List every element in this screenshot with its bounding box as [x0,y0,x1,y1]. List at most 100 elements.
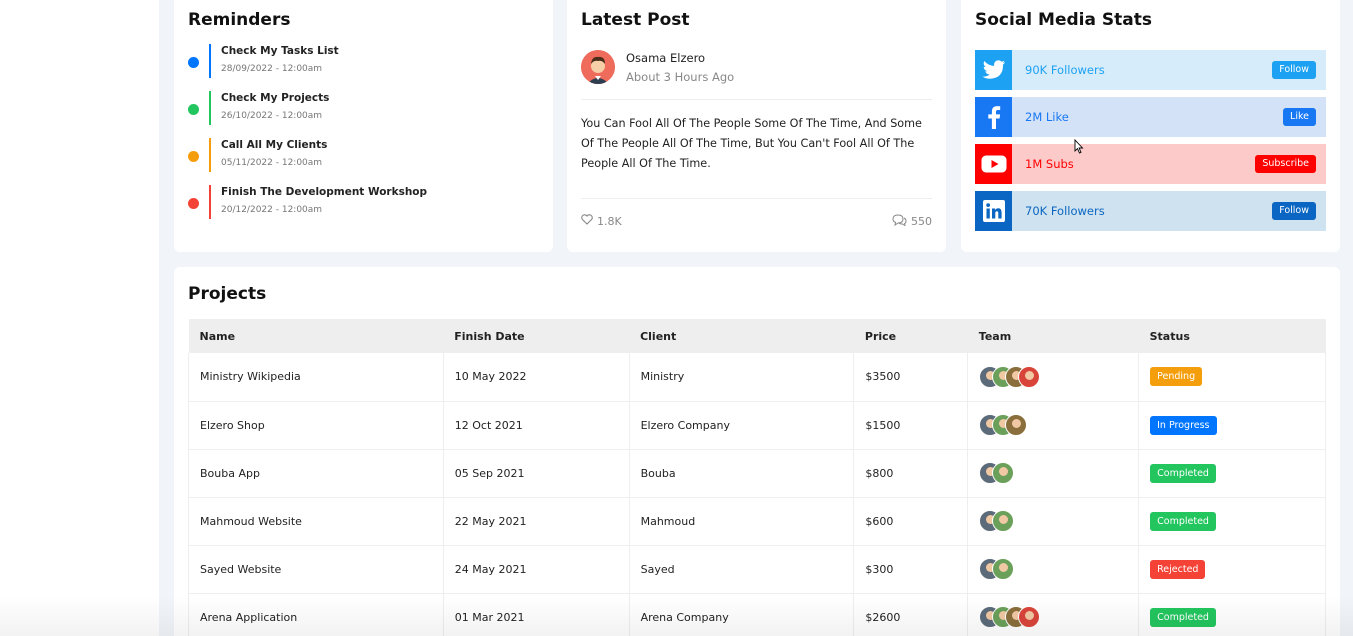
twitter-icon[interactable] [975,50,1012,90]
reminder-item[interactable]: Check My Projects 26/10/2022 - 12:00am [188,91,528,127]
reminder-date: 26/10/2022 - 12:00am [221,111,323,121]
project-team [967,449,1139,498]
project-status-cell: Rejected [1138,545,1326,594]
team-member-avatar[interactable] [992,510,1015,532]
column-header[interactable]: Finish Date [443,319,629,353]
author-avatar[interactable] [581,50,615,84]
project-client: Ministry [628,353,854,402]
reminder-item[interactable]: Finish The Development Workshop 20/12/202… [188,185,528,221]
youtube-icon[interactable] [975,144,1012,184]
reminders-title: Reminders [188,10,291,30]
projects-title: Projects [188,284,267,304]
reminder-dot [188,151,199,162]
project-name: Ministry Wikipedia [188,353,444,402]
team-member-avatar[interactable] [1018,365,1041,388]
table-row[interactable]: Sayed Website 24 May 2021 Sayed $300 Rejecte… [188,545,1326,594]
project-price: $300 [853,545,968,594]
column-header[interactable]: Name [189,319,444,353]
status-badge: Completed [1150,511,1216,531]
linkedin-icon[interactable] [975,191,1012,231]
team-member-avatar[interactable] [1005,414,1028,436]
team-member-avatar[interactable] [1018,606,1041,628]
reminder-bar [209,91,211,125]
column-header[interactable]: Status [1139,319,1326,353]
table-row[interactable]: Elzero Shop 12 Oct 2021 Elzero Company $150… [188,401,1326,450]
reminder-date: 05/11/2022 - 12:00am [221,158,323,168]
social-stats-card: Social Media Stats 90K Followers Follow 2M… [961,0,1340,252]
social-count: 1M Subs [1025,157,1074,171]
facebook-button[interactable]: Like [1283,108,1316,126]
team-avatars [979,558,1138,580]
table-body: Ministry Wikipedia 10 May 2022 Ministry $35… [188,353,1326,636]
status-badge: In Progress [1150,415,1217,435]
project-finish-date: 22 May 2021 [442,497,630,546]
status-badge: Completed [1150,607,1216,627]
reminder-dot [188,104,199,115]
table-row[interactable]: Arena Application 01 Mar 2021 Arena Compan… [188,593,1326,636]
sidebar [0,0,161,636]
column-header[interactable]: Price [854,319,968,353]
table-header: Name Finish Date Client Price Team Status [188,319,1326,353]
latest-post-title: Latest Post [581,10,690,30]
table-row[interactable]: Bouba App 05 Sep 2021 Bouba $800 Completed [188,449,1326,498]
reminder-dot [188,57,199,68]
reminder-title: Check My Projects [221,92,330,104]
project-finish-date: 24 May 2021 [442,545,630,594]
project-team [967,545,1139,594]
project-client: Mahmoud [628,497,854,546]
facebook-icon[interactable] [975,97,1012,137]
reminder-title: Check My Tasks List [221,45,339,57]
post-author-name[interactable]: Osama Elzero [626,51,705,65]
team-avatars [979,414,1138,436]
table-row[interactable]: Ministry Wikipedia 10 May 2022 Ministry $35… [188,353,1326,402]
project-price: $800 [853,449,968,498]
linkedin-button[interactable]: Follow [1272,202,1316,220]
project-name: Elzero Shop [188,401,444,450]
status-badge: Completed [1150,463,1216,483]
post-likes[interactable]: 1.8K [581,214,622,228]
project-finish-date: 01 Mar 2021 [442,593,630,636]
project-team [967,497,1139,546]
main-content: Reminders Check My Tasks List 28/09/2022 … [159,0,1353,636]
reminder-bar [209,185,211,219]
project-name: Bouba App [188,449,444,498]
social-row-facebook: 2M Like Like [975,97,1326,137]
team-member-avatar[interactable] [992,462,1015,484]
comments-count: 550 [911,215,932,228]
project-price: $600 [853,497,968,546]
project-client: Sayed [628,545,854,594]
project-name: Arena Application [188,593,444,636]
project-finish-date: 12 Oct 2021 [442,401,630,450]
social-row-twitter: 90K Followers Follow [975,50,1326,90]
projects-card: Projects Name Finish Date Client Price Team S… [174,267,1340,636]
team-avatars [979,462,1138,484]
twitter-button[interactable]: Follow [1272,61,1316,79]
social-count: 70K Followers [1025,204,1105,218]
reminder-item[interactable]: Check My Tasks List 28/09/2022 - 12:00am [188,44,528,80]
social-count: 90K Followers [1025,63,1105,77]
likes-count: 1.8K [597,214,622,228]
status-badge: Pending [1150,367,1203,387]
post-comments[interactable]: 550 [892,214,932,229]
divider [581,99,932,100]
team-avatars [979,606,1138,628]
column-header[interactable]: Client [629,319,854,353]
reminder-title: Finish The Development Workshop [221,186,428,198]
heart-icon [581,214,593,228]
column-header[interactable]: Team [968,319,1139,353]
reminder-title: Call All My Clients [221,139,328,151]
mouse-cursor-icon [1074,138,1084,158]
reminder-date: 28/09/2022 - 12:00am [221,64,323,74]
team-member-avatar[interactable] [992,558,1015,580]
social-title: Social Media Stats [975,10,1152,30]
project-team [967,401,1139,450]
reminder-dot [188,198,199,209]
project-client: Elzero Company [628,401,854,450]
table-row[interactable]: Mahmoud Website 22 May 2021 Mahmoud $600 Com… [188,497,1326,546]
project-status-cell: In Progress [1138,401,1326,450]
post-time: About 3 Hours Ago [626,70,735,84]
reminder-bar [209,44,211,78]
team-avatars [979,510,1138,532]
youtube-button[interactable]: Subscribe [1255,155,1316,173]
reminder-item[interactable]: Call All My Clients 05/11/2022 - 12:00am [188,138,528,174]
